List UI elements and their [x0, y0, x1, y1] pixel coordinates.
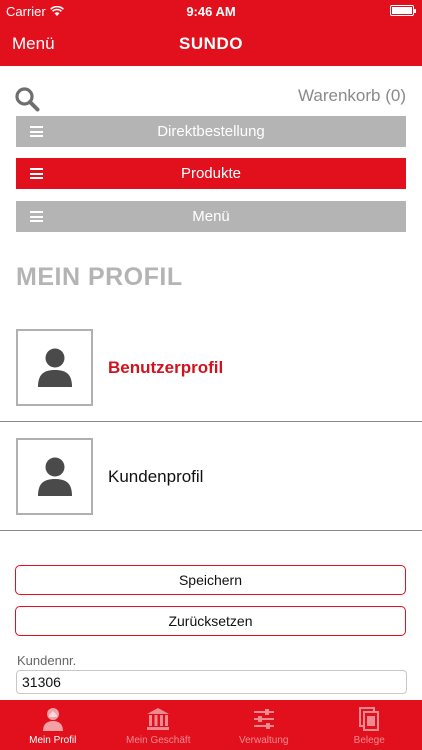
app-title: SUNDO — [179, 34, 243, 53]
documents-icon — [359, 707, 380, 731]
direct-order-bar[interactable]: Direktbestellung — [16, 116, 406, 147]
reset-button[interactable]: Zurücksetzen — [15, 606, 406, 636]
section-title: MEIN PROFIL — [16, 263, 183, 291]
menu-bar[interactable]: Menü — [16, 201, 406, 232]
battery-icon — [390, 5, 416, 16]
hamburger-icon — [30, 211, 43, 222]
user-profile-row[interactable]: Benutzerprofil — [0, 329, 422, 422]
customer-number-field[interactable] — [16, 670, 407, 694]
tab-my-business[interactable]: Mein Geschäft — [106, 700, 212, 750]
hamburger-icon — [30, 168, 43, 179]
clock: 9:46 AM — [186, 4, 236, 19]
search-icon[interactable] — [14, 86, 40, 112]
user-avatar-icon — [37, 457, 72, 496]
tab-administration[interactable]: Verwaltung — [211, 700, 317, 750]
divider — [0, 421, 422, 422]
tab-label: Mein Geschäft — [126, 735, 191, 746]
tab-label: Mein Profil — [29, 735, 77, 746]
tab-label: Belege — [353, 735, 385, 746]
avatar — [16, 438, 93, 515]
user-avatar-icon — [37, 348, 72, 387]
tab-receipts[interactable]: Belege — [317, 700, 422, 750]
save-button[interactable]: Speichern — [15, 565, 406, 595]
sliders-icon — [253, 709, 274, 729]
avatar — [16, 329, 93, 406]
customer-number-label: Kundennr. — [17, 653, 77, 668]
hamburger-icon — [30, 126, 43, 137]
products-label: Produkte — [180, 165, 242, 182]
products-bar[interactable]: Produkte — [16, 158, 406, 189]
divider — [0, 530, 422, 531]
navigation-bar: Menü SUNDO — [0, 22, 422, 66]
customer-profile-row[interactable]: Kundenprofil — [0, 438, 422, 531]
menu-bar-label: Menü — [192, 208, 230, 225]
tab-my-profile[interactable]: Mein Profil — [0, 700, 106, 750]
cart-link[interactable]: Warenkorb (0) — [298, 86, 406, 106]
status-bar: Carrier 9:46 AM — [0, 0, 422, 22]
tab-label: Verwaltung — [239, 735, 289, 746]
user-profile-label: Benutzerprofil — [108, 358, 224, 377]
direct-order-label: Direktbestellung — [157, 123, 265, 140]
bank-icon — [147, 708, 170, 730]
tab-bar: Mein Profil Mein Geschäft Verwaltung Bel… — [0, 700, 422, 750]
person-icon — [42, 708, 63, 731]
customer-profile-label: Kundenprofil — [108, 467, 204, 486]
